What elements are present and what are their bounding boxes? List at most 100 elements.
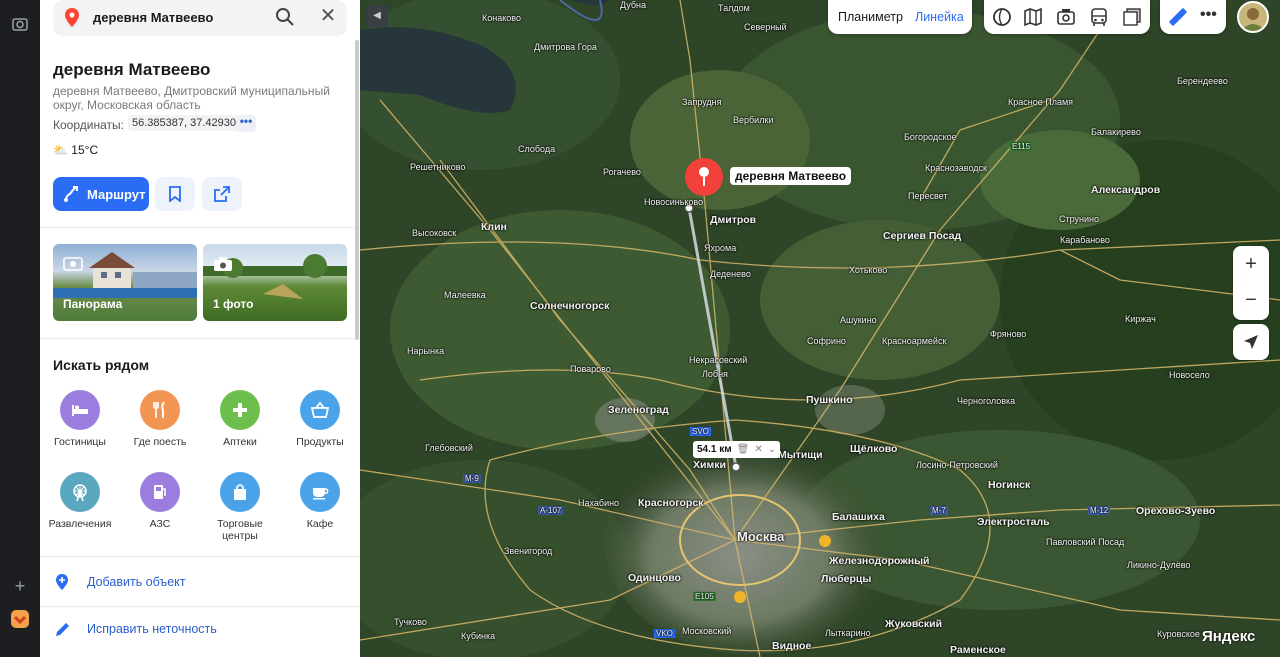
map-label: Нахабино: [578, 498, 620, 508]
add-place-icon: [56, 574, 68, 590]
avatar[interactable]: [1237, 1, 1269, 33]
map-label: Карабаново: [1060, 235, 1110, 245]
map-view[interactable]: ◀ Конаково Дубна Талдом Северный Дмитров…: [360, 0, 1280, 657]
category-hotels[interactable]: Гостиницы: [40, 390, 120, 448]
close-icon[interactable]: ✕: [754, 444, 762, 455]
map-label: Рогачево: [603, 167, 641, 177]
map-label: Одинцово: [628, 572, 681, 584]
map-label: Клин: [481, 221, 507, 233]
map-label: Московский: [682, 626, 732, 636]
panorama-card[interactable]: Панорама: [53, 244, 197, 321]
search-icon[interactable]: [275, 7, 295, 32]
map-label: Новосиньково: [644, 197, 704, 207]
map-label: Дмитрова Гора: [534, 42, 597, 52]
trash-icon[interactable]: 🗑: [737, 444, 750, 455]
camera-icon[interactable]: [1056, 7, 1076, 27]
map-label: Ашукино: [840, 315, 877, 325]
map-label: Малеевка: [444, 290, 486, 300]
category-pharmacy[interactable]: Аптеки: [200, 390, 280, 448]
bookmark-button[interactable]: [155, 177, 195, 211]
globe-icon[interactable]: [992, 7, 1012, 27]
place-marker: [685, 158, 723, 196]
airport-label: VKO: [654, 629, 675, 638]
map-label: Солнечногорск: [530, 300, 610, 312]
map-label: Решетниково: [410, 162, 466, 172]
map-label: Красное Пламя: [1008, 97, 1074, 107]
marker-label[interactable]: деревня Матвеево: [730, 167, 852, 185]
chevron-down-icon[interactable]: ⌄: [768, 444, 776, 455]
map-label: Запрудня: [682, 97, 722, 107]
map-label: Пересвет: [908, 191, 948, 201]
map-label: Фряново: [990, 329, 1027, 339]
map-label: Ногинск: [988, 479, 1031, 491]
share-button[interactable]: [202, 177, 242, 211]
category-fuel[interactable]: АЗС: [120, 472, 200, 530]
map-pin-icon: [65, 8, 79, 32]
screenshot-icon[interactable]: [10, 14, 30, 34]
zoom-out-button[interactable]: −: [1233, 282, 1269, 318]
nearby-title: Искать рядом: [53, 357, 150, 373]
map-label: Дмитров: [710, 214, 757, 226]
map-label: Куровское: [1157, 629, 1200, 639]
category-food[interactable]: Где поесть: [120, 390, 200, 448]
map-book-icon[interactable]: [1023, 7, 1043, 27]
category-groceries[interactable]: Продукты: [280, 390, 360, 448]
map-label: Видное: [772, 640, 812, 652]
map-label: Поварово: [570, 364, 611, 374]
ruler-icon[interactable]: [1168, 7, 1188, 27]
search-bar[interactable]: деревня Матвеево ✕: [53, 0, 347, 36]
brand-logo: Яндекс: [1202, 628, 1256, 645]
map-label: Балакирево: [1091, 127, 1141, 137]
layers-icon[interactable]: [1122, 7, 1142, 27]
bus-icon[interactable]: [1089, 7, 1109, 27]
share-icon: [214, 186, 230, 202]
map-label: Ликино-Дулёво: [1127, 560, 1191, 570]
category-cafe[interactable]: Кафе: [280, 472, 360, 530]
coords-value[interactable]: 56.385387, 37.429303: [128, 115, 247, 131]
zoom-in-button[interactable]: +: [1233, 246, 1269, 282]
map-label: Мытищи: [778, 449, 823, 461]
map-label: Дубна: [620, 0, 647, 10]
divider: [40, 338, 360, 339]
road-shield: M-9: [463, 474, 481, 483]
map-label: Берендеево: [1177, 76, 1228, 86]
basket-icon: [300, 390, 340, 430]
planimeter-button[interactable]: Планиметр: [838, 10, 903, 24]
map-label: Балашиха: [832, 511, 885, 523]
more-icon[interactable]: •••: [236, 115, 256, 132]
panel-scrollbar[interactable]: [355, 40, 359, 340]
map-label: Кубинка: [461, 631, 496, 641]
map-label: Лобня: [702, 369, 728, 379]
map-label: Москва: [737, 529, 785, 544]
ruler-button[interactable]: Линейка: [915, 10, 964, 24]
map-label: Звенигород: [504, 546, 553, 556]
coords-label: Координаты:: [53, 118, 124, 132]
category-malls[interactable]: Торговые центры: [200, 472, 280, 542]
route-button[interactable]: Маршрут: [53, 177, 149, 211]
map-label: Богородское: [904, 132, 957, 142]
map-label: Раменское: [950, 644, 1006, 656]
map-label: Конаково: [482, 13, 521, 23]
place-address: деревня Матвеево, Дмитровский муниципаль…: [53, 84, 330, 112]
app-icon[interactable]: [10, 609, 30, 629]
photo-card[interactable]: 1 фото: [203, 244, 347, 321]
collapse-panel-icon[interactable]: ◀: [366, 5, 388, 27]
pencil-icon: [56, 623, 69, 636]
locate-button[interactable]: [1233, 324, 1269, 360]
satellite-map: [360, 0, 1280, 657]
map-label: Тучково: [394, 617, 427, 627]
map-label: Высоковск: [412, 228, 457, 238]
category-entertainment[interactable]: Развлечения: [40, 472, 120, 530]
close-icon[interactable]: ✕: [317, 5, 339, 27]
ruler-distance[interactable]: 54.1 км 🗑 ✕ ⌄: [693, 441, 781, 458]
fork-knife-icon: [140, 390, 180, 430]
divider: [40, 556, 360, 557]
place-panel: деревня Матвеево ✕ деревня Матвеево дере…: [40, 0, 360, 657]
map-label: Хотьково: [849, 265, 888, 275]
add-icon[interactable]: +: [10, 576, 30, 596]
map-label: Жуковский: [885, 618, 943, 630]
photo-count-label: 1 фото: [213, 297, 254, 311]
airport-label: SVO: [690, 427, 711, 436]
search-input[interactable]: деревня Матвеево: [93, 10, 213, 25]
more-icon[interactable]: •••: [1200, 6, 1217, 24]
